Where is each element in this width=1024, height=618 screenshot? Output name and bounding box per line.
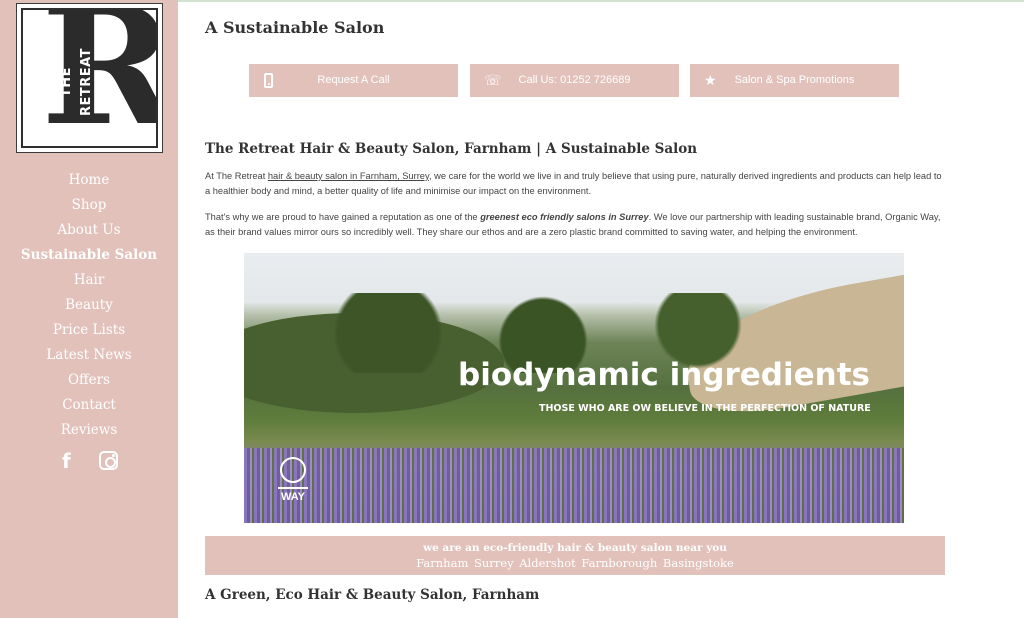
greenest-salon-emphasis: greenest eco friendly salons in Surrey: [480, 212, 649, 222]
banner-lavender: [244, 448, 904, 523]
request-call-button[interactable]: Request A Call: [249, 64, 458, 97]
biodynamic-banner-image: biodynamic ingredients THOSE WHO ARE OW …: [244, 253, 904, 523]
nav-item-offers[interactable]: Offers: [0, 368, 178, 393]
eco-salon-tagline: we are an eco-friendly hair & beauty sal…: [423, 542, 727, 554]
intro-text-start: At The Retreat: [205, 171, 268, 181]
eco-salon-banner: we are an eco-friendly hair & beauty sal…: [205, 536, 945, 575]
intro-paragraph: At The Retreat hair & beauty salon in Fa…: [205, 169, 945, 199]
sidebar-nav: Home Shop About Us Sustainable Salon Hai…: [0, 168, 178, 443]
nav-item-home[interactable]: Home: [0, 168, 178, 193]
phone-volume-icon: ☏: [484, 72, 502, 88]
ow-logo-circle: [280, 457, 306, 483]
nav-item-sustainable-salon[interactable]: Sustainable Salon: [0, 243, 178, 268]
star-icon: ★: [704, 72, 717, 88]
nav-item-hair[interactable]: Hair: [0, 268, 178, 293]
banner-title: biodynamic ingredients: [458, 357, 870, 393]
ow-logo-word: WAY: [280, 491, 306, 503]
request-call-label: Request A Call: [317, 74, 390, 86]
nav-item-latest-news[interactable]: Latest News: [0, 343, 178, 368]
banner-subtitle: THOSE WHO ARE OW BELIEVE IN THE PERFECTI…: [539, 403, 871, 414]
facebook-icon[interactable]: f: [62, 450, 71, 472]
green-salon-heading: A Green, Eco Hair & Beauty Salon, Farnha…: [205, 587, 540, 603]
mobile-phone-icon: [264, 73, 273, 88]
reputation-paragraph: That's why we are proud to have gained a…: [205, 210, 945, 240]
promotions-button[interactable]: ★ Salon & Spa Promotions: [690, 64, 899, 97]
logo-frame: R THE RETREAT: [21, 8, 158, 148]
eco-salon-locations: Farnham Surrey Aldershot Farnborough Bas…: [416, 556, 734, 570]
page-title: A Sustainable Salon: [205, 18, 385, 37]
organic-way-logo: WAY: [276, 457, 310, 511]
social-links: f: [58, 450, 128, 472]
retreat-logo[interactable]: R THE RETREAT: [16, 3, 163, 153]
promotions-label: Salon & Spa Promotions: [734, 74, 855, 86]
call-us-button[interactable]: ☏ Call Us: 01252 726689: [470, 64, 679, 97]
nav-item-reviews[interactable]: Reviews: [0, 418, 178, 443]
ow-logo-bar: [278, 487, 308, 489]
nav-item-price-lists[interactable]: Price Lists: [0, 318, 178, 343]
section-heading: The Retreat Hair & Beauty Salon, Farnham…: [205, 141, 698, 157]
salon-location-link[interactable]: hair & beauty salon in Farnham, Surrey: [268, 171, 429, 181]
call-us-label: Call Us: 01252 726689: [518, 74, 631, 86]
nav-item-contact[interactable]: Contact: [0, 393, 178, 418]
reputation-text-start: That's why we are proud to have gained a…: [205, 212, 481, 222]
nav-item-about-us[interactable]: About Us: [0, 218, 178, 243]
sidebar: R THE RETREAT Home Shop About Us Sustain…: [0, 0, 178, 618]
instagram-icon[interactable]: [99, 451, 118, 470]
logo-text: THE RETREAT: [59, 47, 94, 117]
nav-item-beauty[interactable]: Beauty: [0, 293, 178, 318]
nav-item-shop[interactable]: Shop: [0, 193, 178, 218]
